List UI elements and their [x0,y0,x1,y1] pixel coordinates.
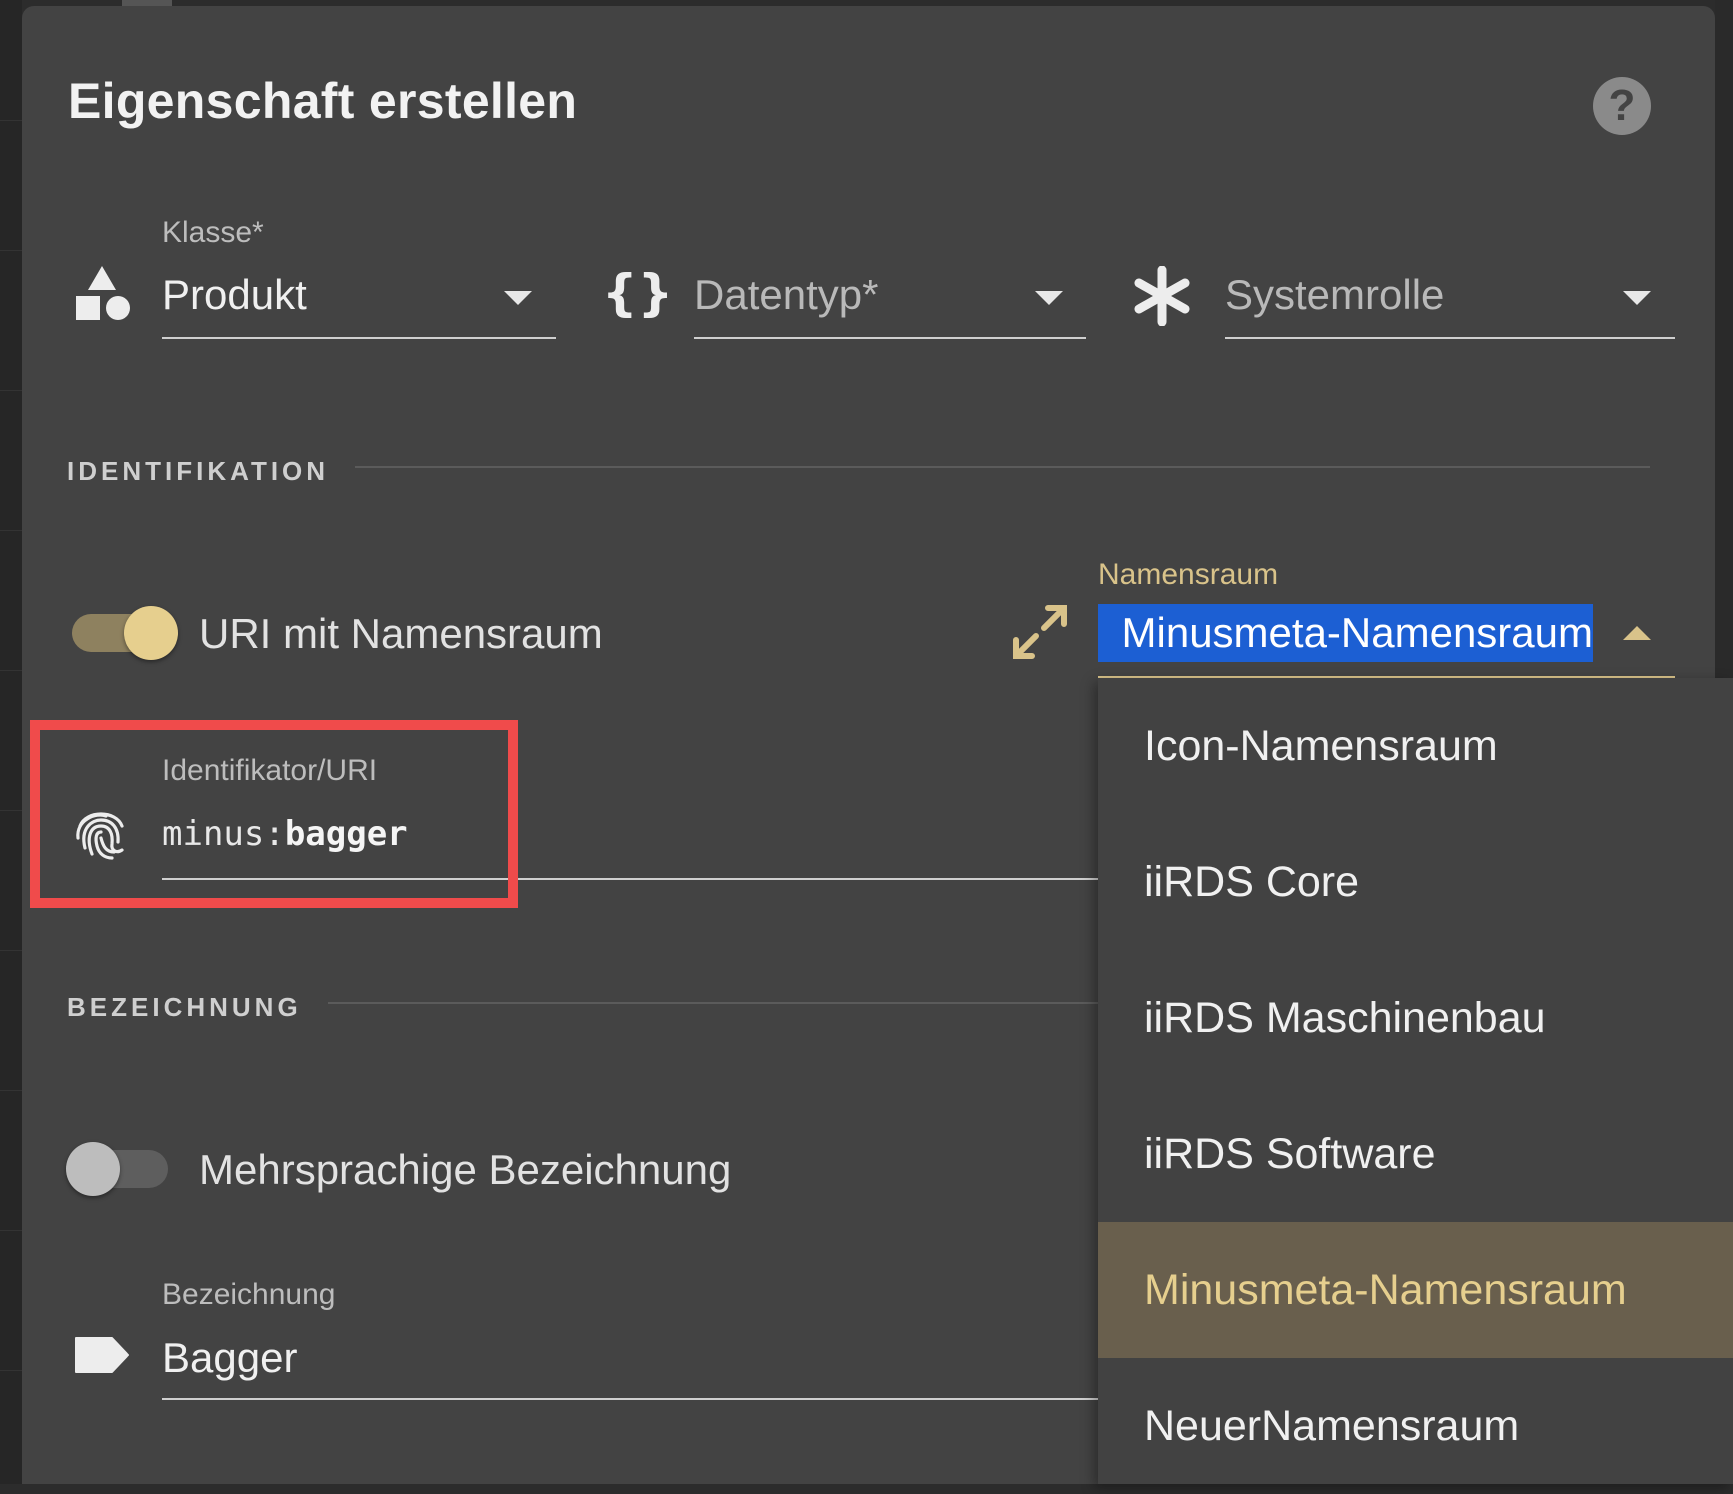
namespace-dropdown-menu: Icon-Namensraum iiRDS Core iiRDS Maschin… [1098,678,1733,1484]
section-identifikation: IDENTIFIKATION [67,456,330,486]
shapes-icon [76,266,130,320]
option-label: iiRDS Software [1144,1130,1436,1178]
chevron-down-icon[interactable] [504,291,532,305]
chevron-up-icon[interactable] [1623,626,1651,640]
klasse-label: Klasse* [162,216,264,249]
asterisk-icon [1134,266,1190,326]
bezeichnung-input[interactable]: Bagger [162,1334,297,1382]
dropdown-option[interactable]: Icon-Namensraum [1098,678,1733,814]
multilingual-label: Mehrsprachige Bezeichnung [199,1146,732,1193]
braces-icon: {} [602,264,674,322]
datentyp-select[interactable]: Datentyp* [694,271,878,319]
identifier-highlight-box [30,720,518,908]
switch-knob [66,1142,120,1196]
option-label: iiRDS Maschinenbau [1144,994,1546,1042]
dropdown-option-selected[interactable]: Minusmeta-Namensraum [1098,1222,1733,1358]
systemrolle-select[interactable]: Systemrolle [1225,271,1444,319]
option-label: Minusmeta-Namensraum [1144,1266,1627,1314]
chevron-down-icon[interactable] [1035,291,1063,305]
option-label: iiRDS Core [1144,858,1360,906]
dialog-title: Eigenschaft erstellen [68,73,578,129]
datentyp-underline [694,337,1086,339]
namespace-label: Namensraum [1098,558,1279,591]
systemrolle-underline [1225,337,1675,339]
section-divider [328,1002,1120,1004]
klasse-select[interactable]: Produkt [162,271,307,319]
section-bezeichnung: BEZEICHNUNG [67,992,302,1022]
background-strip [0,0,22,1484]
switch-knob [124,606,178,660]
section-divider [355,466,1650,468]
dropdown-option[interactable]: iiRDS Software [1098,1086,1733,1222]
option-label: Icon-Namensraum [1144,722,1498,770]
uri-namespace-label: URI mit Namensraum [199,610,603,657]
label-tag-icon [75,1337,129,1373]
option-label: NeuerNamensraum [1144,1402,1520,1450]
bezeichnung-underline [162,1398,1120,1400]
expand-icon[interactable] [1010,602,1070,662]
chevron-down-icon[interactable] [1623,291,1651,305]
namespace-select[interactable]: Minusmeta-Namensraum [1098,604,1593,662]
dropdown-option[interactable]: iiRDS Core [1098,814,1733,950]
bezeichnung-label: Bezeichnung [162,1278,336,1311]
help-icon[interactable]: ? [1593,77,1651,135]
dropdown-option[interactable]: iiRDS Maschinenbau [1098,950,1733,1086]
klasse-underline [162,337,556,339]
dropdown-option[interactable]: NeuerNamensraum [1098,1358,1733,1494]
